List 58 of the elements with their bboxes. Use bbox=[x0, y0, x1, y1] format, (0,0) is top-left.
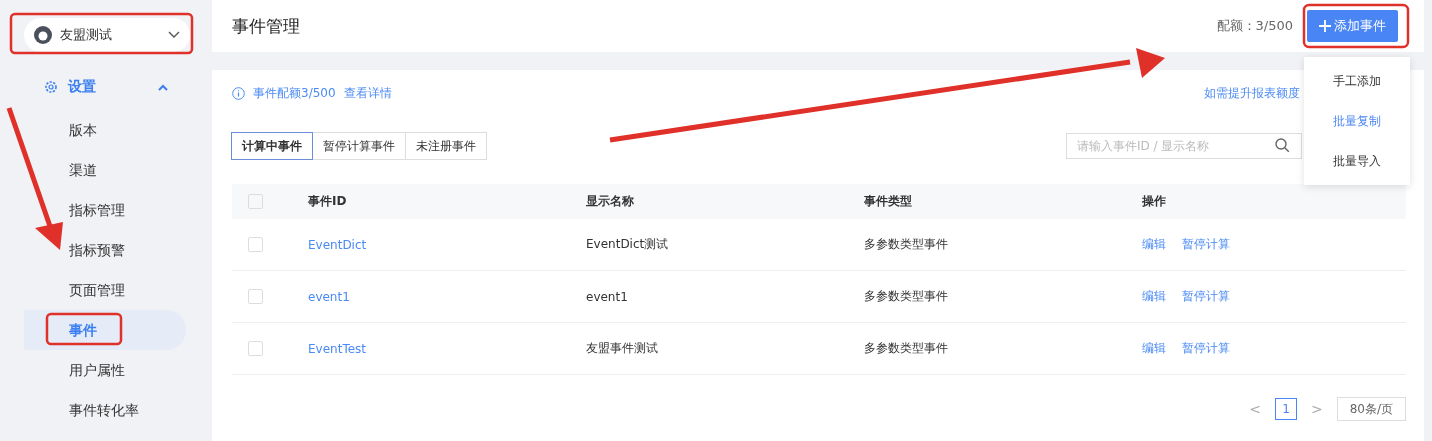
sidebar-item[interactable]: 渠道 bbox=[24, 150, 186, 190]
page-size-select[interactable]: 80条/页 bbox=[1336, 397, 1406, 421]
sidebar-item[interactable]: 指标管理 bbox=[24, 190, 186, 230]
page-button[interactable]: 1 bbox=[1274, 398, 1297, 420]
table-cell: 多参数类型事件 bbox=[864, 341, 948, 355]
table-cell: EventDict测试 bbox=[586, 237, 669, 251]
event-id-link[interactable]: EventDict bbox=[308, 237, 367, 252]
upgrade-link[interactable]: 如需提升报表额度 bbox=[1204, 84, 1300, 102]
row-checkbox[interactable] bbox=[248, 341, 263, 356]
info-icon bbox=[232, 86, 245, 100]
tab[interactable]: 未注册事件 bbox=[405, 132, 487, 160]
app-select[interactable]: 友盟测试 bbox=[24, 18, 190, 52]
column-header: 事件ID bbox=[308, 194, 347, 208]
select-all-checkbox[interactable] bbox=[248, 194, 263, 209]
sidebar-item[interactable]: 页面管理 bbox=[24, 270, 186, 310]
chevron-down-icon bbox=[168, 31, 180, 39]
menu-item[interactable]: 批量复制 bbox=[1304, 101, 1410, 141]
quota-text: 配额：3/500 bbox=[1216, 17, 1293, 35]
sidebar-item[interactable]: 用户属性 bbox=[24, 350, 186, 390]
table-cell: 友盟事件测试 bbox=[586, 341, 658, 355]
column-header: 事件类型 bbox=[864, 194, 912, 208]
tab[interactable]: 计算中事件 bbox=[231, 132, 313, 160]
row-checkbox[interactable] bbox=[248, 289, 263, 304]
column-header: 操作 bbox=[1142, 194, 1166, 208]
table-cell: 多参数类型事件 bbox=[864, 237, 948, 251]
edit-link[interactable]: 编辑 bbox=[1142, 340, 1166, 357]
table-cell: event1 bbox=[586, 289, 628, 304]
add-event-button[interactable]: 添加事件 bbox=[1307, 10, 1398, 42]
column-header: 显示名称 bbox=[586, 194, 634, 208]
event-id-link[interactable]: EventTest bbox=[308, 341, 366, 356]
edit-link[interactable]: 编辑 bbox=[1142, 236, 1166, 253]
row-checkbox[interactable] bbox=[248, 237, 263, 252]
table-cell: 多参数类型事件 bbox=[864, 289, 948, 303]
prev-page-button[interactable]: < bbox=[1243, 400, 1267, 418]
search-icon bbox=[1275, 138, 1290, 153]
quota-notice: 事件配额3/500 bbox=[253, 84, 336, 102]
details-link[interactable]: 查看详情 bbox=[343, 84, 392, 102]
caret-icon bbox=[158, 83, 168, 91]
app-name: 友盟测试 bbox=[60, 26, 113, 44]
app-logo-icon bbox=[34, 26, 52, 44]
search-field[interactable]: 请输入事件ID / 显示名称 bbox=[1066, 133, 1302, 159]
menu-item[interactable]: 手工添加 bbox=[1304, 61, 1410, 101]
plus-icon bbox=[1319, 20, 1331, 32]
sidebar-item[interactable]: 事件转化率 bbox=[24, 390, 186, 430]
sidebar-item[interactable]: 版本 bbox=[24, 110, 186, 150]
pause-link[interactable]: 暂停计算 bbox=[1182, 236, 1230, 253]
tab[interactable]: 暂停计算事件 bbox=[312, 132, 406, 160]
edit-link[interactable]: 编辑 bbox=[1142, 288, 1166, 305]
next-page-button[interactable]: > bbox=[1304, 400, 1329, 418]
sidebar-item[interactable]: 指标预警 bbox=[24, 230, 186, 270]
gear-icon bbox=[44, 80, 58, 94]
sidebar-item[interactable]: 事件 bbox=[24, 310, 186, 350]
settings-menu-group[interactable]: 设置 bbox=[44, 78, 168, 96]
menu-item[interactable]: 批量导入 bbox=[1304, 141, 1410, 181]
pause-link[interactable]: 暂停计算 bbox=[1182, 288, 1230, 305]
event-id-link[interactable]: event1 bbox=[308, 289, 350, 304]
page-title: 事件管理 bbox=[232, 14, 301, 38]
pause-link[interactable]: 暂停计算 bbox=[1182, 340, 1230, 357]
